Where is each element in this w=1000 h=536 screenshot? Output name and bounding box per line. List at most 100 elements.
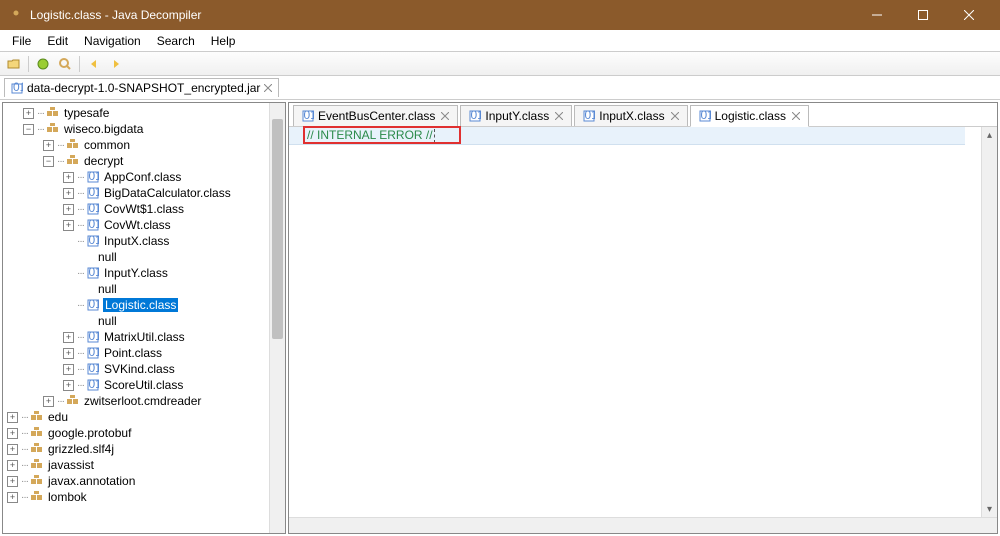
- expand-icon[interactable]: +: [7, 476, 18, 487]
- editor-content[interactable]: // INTERNAL ERROR //: [289, 127, 981, 517]
- scroll-down-arrow[interactable]: ▾: [982, 501, 997, 517]
- expand-icon[interactable]: +: [63, 364, 74, 375]
- tree-connector: ···: [77, 236, 84, 247]
- svg-text:010: 010: [89, 171, 100, 183]
- tree-node[interactable]: +···010CovWt$1.class: [3, 201, 269, 217]
- editor-vertical-scrollbar[interactable]: ▴ ▾: [981, 127, 997, 517]
- expand-icon[interactable]: +: [43, 396, 54, 407]
- tree-connector: ···: [77, 332, 84, 343]
- tree-node[interactable]: +···010ScoreUtil.class: [3, 377, 269, 393]
- close-tab-icon[interactable]: [792, 112, 800, 120]
- tree-node[interactable]: +···google.protobuf: [3, 425, 269, 441]
- tree-connector: ···: [21, 476, 28, 487]
- tree-node[interactable]: +···010MatrixUtil.class: [3, 329, 269, 345]
- menu-help[interactable]: Help: [203, 32, 244, 50]
- expand-icon[interactable]: +: [7, 460, 18, 471]
- scroll-up-arrow[interactable]: ▴: [982, 127, 997, 143]
- expand-icon[interactable]: +: [63, 380, 74, 391]
- tree-node[interactable]: +···typesafe: [3, 105, 269, 121]
- expand-icon[interactable]: +: [63, 332, 74, 343]
- close-tab-icon[interactable]: [671, 112, 679, 120]
- forward-button[interactable]: [106, 54, 126, 74]
- tree-node[interactable]: +···010AppConf.class: [3, 169, 269, 185]
- maximize-button[interactable]: [900, 0, 946, 30]
- close-tab-icon[interactable]: [441, 112, 449, 120]
- editor-tab-active[interactable]: 010Logistic.class: [690, 105, 809, 127]
- editor-tab[interactable]: 010InputX.class: [574, 105, 687, 126]
- tree-spacer: [63, 300, 74, 311]
- tree-node[interactable]: ···010InputY.class: [3, 265, 269, 281]
- tree-connector: ···: [77, 268, 84, 279]
- tree-node[interactable]: +···010BigDataCalculator.class: [3, 185, 269, 201]
- tree-label: AppConf.class: [103, 170, 182, 184]
- tree-node[interactable]: null: [3, 249, 269, 265]
- minimize-button[interactable]: [854, 0, 900, 30]
- tree-label: javassist: [47, 458, 95, 472]
- jar-tab[interactable]: 010 data-decrypt-1.0-SNAPSHOT_encrypted.…: [4, 78, 279, 97]
- tree-node[interactable]: ··· 010InputX.class: [3, 233, 269, 249]
- expand-icon[interactable]: +: [7, 444, 18, 455]
- expand-icon[interactable]: +: [63, 204, 74, 215]
- close-button[interactable]: [946, 0, 992, 30]
- expand-icon[interactable]: +: [23, 108, 34, 119]
- search-button[interactable]: [55, 54, 75, 74]
- menu-edit[interactable]: Edit: [39, 32, 76, 50]
- menu-file[interactable]: File: [4, 32, 39, 50]
- close-tab-icon[interactable]: [264, 84, 272, 92]
- tree-node[interactable]: +···zwitserloot.cmdreader: [3, 393, 269, 409]
- tree-node[interactable]: +···010Point.class: [3, 345, 269, 361]
- tree-node[interactable]: +···grizzled.slf4j: [3, 441, 269, 457]
- menu-navigation[interactable]: Navigation: [76, 32, 149, 50]
- svg-text:010: 010: [89, 379, 100, 391]
- expand-icon[interactable]: +: [63, 172, 74, 183]
- editor-tab-label: Logistic.class: [715, 109, 786, 123]
- tree-label: InputX.class: [103, 234, 170, 248]
- tree-node[interactable]: −···decrypt: [3, 153, 269, 169]
- package-tree[interactable]: +···typesafe −···wiseco.bigdata +···comm…: [3, 103, 269, 533]
- svg-text:010: 010: [89, 331, 100, 343]
- tree-node[interactable]: +···010CovWt.class: [3, 217, 269, 233]
- tree-node[interactable]: null: [3, 281, 269, 297]
- expand-icon[interactable]: +: [63, 188, 74, 199]
- expand-icon[interactable]: +: [43, 140, 54, 151]
- tree-node[interactable]: −···wiseco.bigdata: [3, 121, 269, 137]
- toolbar: [0, 52, 1000, 76]
- menu-search[interactable]: Search: [149, 32, 203, 50]
- expand-icon[interactable]: +: [63, 348, 74, 359]
- expand-icon[interactable]: +: [7, 412, 18, 423]
- open-file-button[interactable]: [4, 54, 24, 74]
- collapse-icon[interactable]: −: [23, 124, 34, 135]
- collapse-icon[interactable]: −: [43, 156, 54, 167]
- svg-text:010: 010: [89, 235, 100, 247]
- sidebar-scrollbar[interactable]: [269, 103, 285, 533]
- class-icon: 010: [86, 202, 100, 216]
- editor-horizontal-scrollbar[interactable]: [289, 517, 997, 533]
- tree-node[interactable]: null: [3, 313, 269, 329]
- tree-label: grizzled.slf4j: [47, 442, 115, 456]
- tree-node-selected[interactable]: ···010Logistic.class: [3, 297, 269, 313]
- tree-node[interactable]: +···javassist: [3, 457, 269, 473]
- open-type-button[interactable]: [33, 54, 53, 74]
- class-icon: 010: [86, 330, 100, 344]
- tree-connector: ···: [77, 300, 84, 311]
- package-icon: [46, 122, 60, 136]
- close-tab-icon[interactable]: [555, 112, 563, 120]
- tree-connector: ···: [77, 348, 84, 359]
- editor-tab[interactable]: 010EventBusCenter.class: [293, 105, 458, 126]
- expand-icon[interactable]: +: [7, 428, 18, 439]
- tree-node[interactable]: +···lombok: [3, 489, 269, 505]
- expand-icon[interactable]: +: [63, 220, 74, 231]
- svg-text:010: 010: [13, 82, 23, 94]
- expand-icon[interactable]: +: [7, 492, 18, 503]
- tree-node[interactable]: +···javax.annotation: [3, 473, 269, 489]
- code-editor[interactable]: // INTERNAL ERROR // ▴ ▾: [289, 127, 997, 517]
- tree-spacer: [63, 236, 74, 247]
- editor-tab[interactable]: 010InputY.class: [460, 105, 572, 126]
- tree-label: null: [97, 314, 118, 328]
- tree-connector: ···: [57, 140, 64, 151]
- tree-node[interactable]: +···edu: [3, 409, 269, 425]
- tree-node[interactable]: +···010SVKind.class: [3, 361, 269, 377]
- tree-node[interactable]: +···common: [3, 137, 269, 153]
- tree-label: CovWt.class: [103, 218, 172, 232]
- back-button[interactable]: [84, 54, 104, 74]
